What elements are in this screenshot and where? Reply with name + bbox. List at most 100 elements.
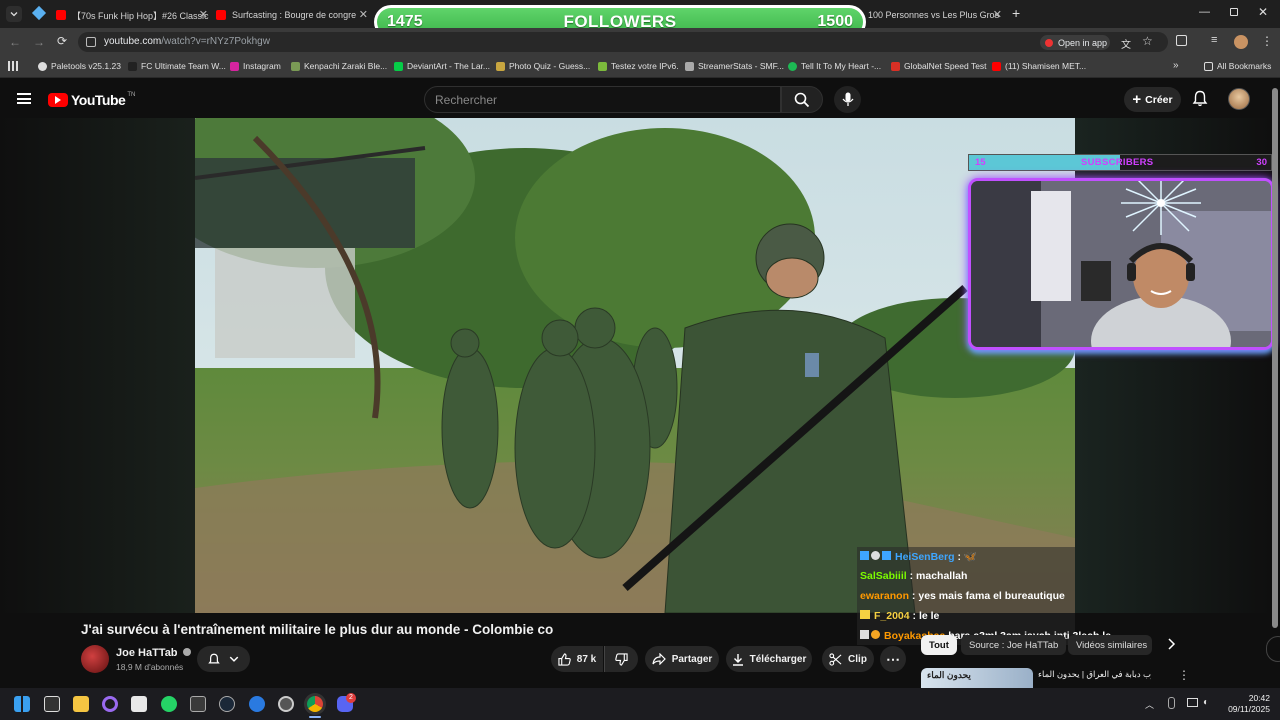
instagram-icon [230,61,239,71]
profile-avatar[interactable] [1234,35,1248,49]
clock[interactable]: 20:42 09/11/2025 [1220,693,1270,715]
suggested-video-thumbnail[interactable]: يحدون الماء [921,668,1033,688]
youtube-icon [1045,38,1053,47]
chip-similar[interactable]: Vidéos similaires [1068,635,1152,655]
tab-100-personnes[interactable]: 100 Personnes vs Les Plus Gros ✕ [852,4,1006,26]
bookmark-photo-quiz[interactable]: Photo Quiz - Guess... [496,61,590,71]
subscribers-label: SUBSCRIBERS [1081,157,1154,168]
bookmark-tell-it[interactable]: Tell It To My Heart -... [788,61,881,71]
bell-icon [1192,90,1208,107]
bookmark-deviantart[interactable]: DeviantArt - The Lar... [394,61,490,71]
thumbs-up-icon [558,652,571,666]
share-button[interactable]: Partager [645,646,719,672]
tray-overflow-icon[interactable]: ︿ [1145,698,1154,711]
paletools-icon [38,61,47,71]
voice-search-button[interactable] [834,86,861,113]
microphone-tray-icon[interactable] [1168,697,1175,709]
create-button[interactable]: + Créer [1124,87,1181,112]
site-info-icon[interactable] [86,37,96,47]
minimize-button[interactable]: — [1199,6,1210,18]
url-text[interactable]: youtube.com/watch?v=rNYz7Pokhgw [104,36,270,47]
bookmark-streamerstats[interactable]: StreamerStats - SMF... [685,61,784,71]
tab-funk-hip-hop[interactable]: 【70s Funk Hip Hop】#26 Classic ✕ [56,4,212,26]
ambient-background [0,118,195,613]
video-player[interactable] [195,118,1075,613]
more-actions-button[interactable]: ⋯ [880,646,906,672]
open-in-app-button[interactable]: Open in app [1040,35,1110,50]
steam-icon[interactable] [219,696,235,712]
translate-icon[interactable]: 文 [1121,36,1131,51]
active-app-indicator [309,716,321,718]
bookmark-globalnet[interactable]: GlobalNet Speed Test [891,61,987,71]
chip-all[interactable]: Tout [921,635,957,655]
file-explorer-icon[interactable] [73,696,89,712]
chrome-menu-icon[interactable]: ⋮ [1261,34,1273,48]
chip-source[interactable]: Source : Joe HaTTab [961,635,1067,655]
whatsapp-icon[interactable] [161,696,177,712]
extensions-icon[interactable] [1176,35,1187,46]
chat-user: ewaranon [860,590,910,602]
search-input[interactable]: Rechercher [424,86,781,113]
display-tray-icon[interactable] [1187,698,1198,707]
like-button[interactable]: 87 k [551,646,603,672]
reload-button[interactable]: ⟳ [57,34,67,48]
network-tray-icon[interactable]: ◐ [1203,697,1209,708]
chat-badge-icon [882,551,891,560]
thumbs-down-icon [615,652,628,666]
snipping-tool-icon[interactable] [131,696,147,712]
account-avatar[interactable] [1228,88,1250,110]
bookmark-fc-ultimate[interactable]: FC Ultimate Team W... [128,61,226,71]
download-icon [732,653,743,666]
bookmark-all[interactable]: All Bookmarks [1204,61,1271,71]
download-button[interactable]: Télécharger [726,646,812,672]
chat-text: le le [918,610,940,622]
restore-button[interactable] [1230,8,1238,16]
dislike-button[interactable] [604,646,638,672]
youtube-icon [992,61,1001,71]
tab-surfcasting[interactable]: Surfcasting : Bougre de congre ✕ [216,4,372,26]
globalnet-icon [891,61,900,71]
apps-grid-icon[interactable] [8,61,18,71]
channel-avatar[interactable] [81,645,109,673]
bookmark-shamisen[interactable]: (11) Shamisen MET... [992,61,1086,71]
back-button[interactable]: ← [9,35,21,49]
close-window-button[interactable]: ✕ [1258,5,1268,19]
notifications-button[interactable] [1192,90,1208,107]
chips-next-button[interactable] [1166,638,1176,650]
pinned-tab[interactable] [31,5,47,21]
forward-button[interactable]: → [33,35,45,49]
subscribed-button[interactable] [197,646,250,672]
search-button[interactable] [781,86,823,113]
channel-name[interactable]: Joe HaTTab [116,647,191,659]
scrollbar[interactable] [1272,88,1278,628]
youtube-logo[interactable]: YouTube TN [48,92,135,108]
subscriber-count: 18,9 M d'abonnés [116,662,184,672]
new-tab-button[interactable]: + [1012,5,1020,21]
suggested-more-icon[interactable]: ⋮ [1178,668,1190,682]
windows-start-icon[interactable] [14,696,30,712]
menu-icon[interactable] [17,93,31,104]
reading-list-icon[interactable]: ≡ [1211,34,1217,46]
close-icon[interactable]: ✕ [993,8,1002,21]
bookmark-paletools[interactable]: Paletools v25.1.23 [38,61,121,71]
spotify-icon [788,61,797,71]
chat-message: SalSabiiil : machallah [860,570,968,582]
cortana-icon[interactable] [102,696,118,712]
close-icon[interactable]: ✕ [359,8,368,21]
suggested-video-title[interactable]: أعرب دبابة في العراق | يحدون الماء! [1038,669,1151,680]
task-view-icon[interactable] [44,696,60,712]
bookmark-ipv6[interactable]: Testez votre IPv6. [598,61,679,71]
bookmarks-overflow-icon[interactable]: » [1173,60,1179,71]
app-blue-icon[interactable] [249,696,265,712]
photo-quiz-icon [496,61,505,71]
bookmark-star-icon[interactable]: ☆ [1142,34,1153,48]
bookmark-instagram[interactable]: Instagram [230,61,281,71]
bookmark-kenpachi[interactable]: Kenpachi Zaraki Ble... [291,61,387,71]
clip-button[interactable]: Clip [822,646,874,672]
chrome-icon[interactable] [307,696,323,712]
tab-search-button[interactable] [6,6,22,22]
app-icon[interactable] [190,696,206,712]
app-cloud-icon[interactable] [278,696,294,712]
side-expand-button[interactable] [1266,636,1280,662]
close-icon[interactable]: ✕ [199,8,208,21]
